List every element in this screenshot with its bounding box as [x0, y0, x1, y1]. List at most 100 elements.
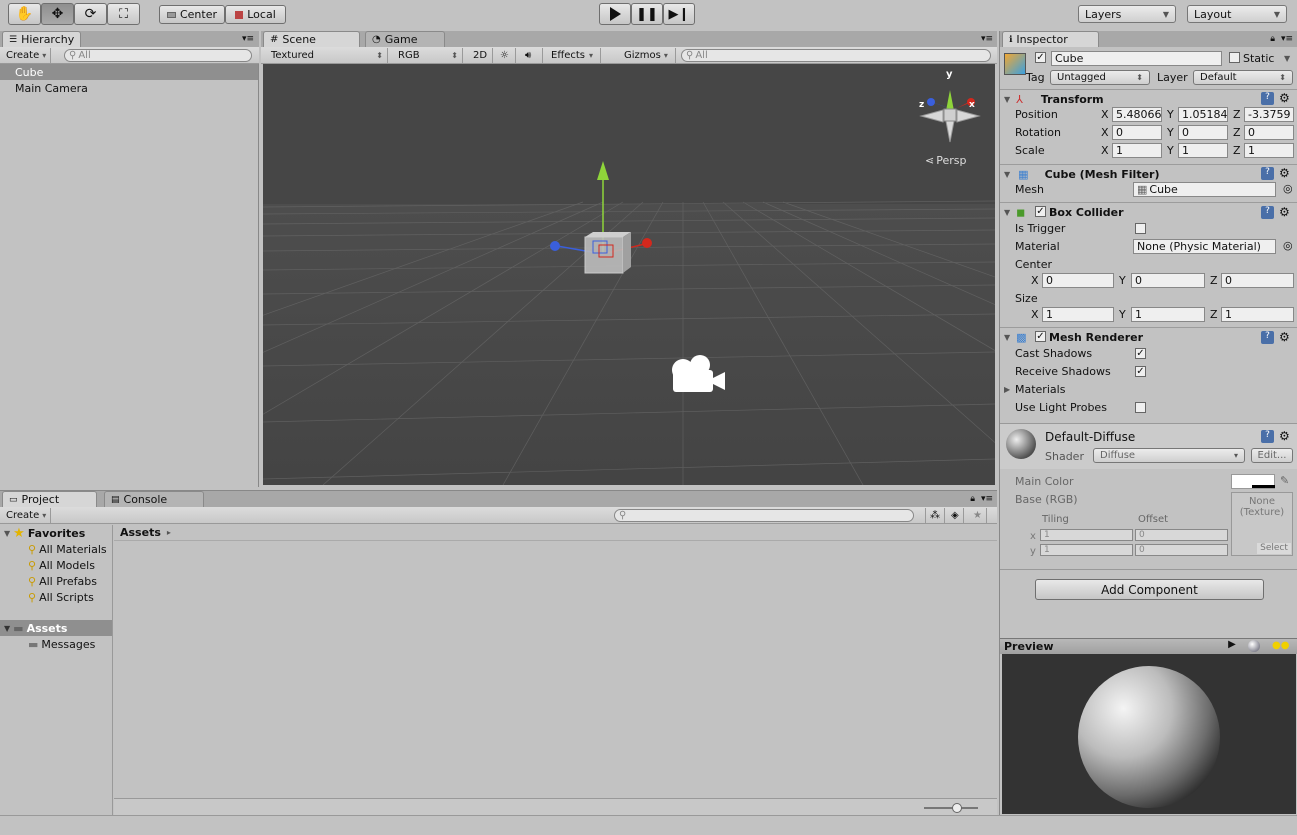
preview-area[interactable]	[1002, 654, 1296, 814]
favorite-item[interactable]: ⚲ All Models	[0, 557, 112, 573]
project-assets-area[interactable]: Assets ▸	[114, 525, 997, 815]
hierarchy-search-input[interactable]: ⚲ All	[64, 49, 252, 62]
favorite-item[interactable]: ⚲ All Prefabs	[0, 573, 112, 589]
help-icon[interactable]: ?	[1261, 430, 1274, 443]
object-picker-icon[interactable]: ◎	[1283, 182, 1293, 195]
asset-folder-item[interactable]: ▬ Messages	[0, 636, 112, 652]
transform-header[interactable]: ▼ ⅄ Transform	[1000, 89, 1297, 109]
hierarchy-create-button[interactable]: Create ▾	[2, 48, 52, 63]
panel-menu-icon[interactable]: ▾≡	[981, 34, 993, 44]
gear-icon[interactable]: ⚙	[1279, 330, 1290, 344]
offset-y-input[interactable]: 0	[1135, 544, 1228, 556]
gizmos-dropdown[interactable]: Gizmos ▾	[620, 48, 676, 63]
layer-dropdown[interactable]: Default ⬍	[1193, 70, 1293, 85]
rotation-y-input[interactable]: 0	[1178, 125, 1228, 140]
move-tool-button[interactable]: ✥	[41, 3, 74, 25]
size-z-input[interactable]: 1	[1221, 307, 1294, 322]
rotate-tool-button[interactable]: ⟳	[74, 3, 107, 25]
preview-sphere-button[interactable]	[1248, 640, 1260, 652]
dropdown-arrow-icon[interactable]: ▼	[1284, 54, 1290, 63]
mesh-filter-header[interactable]: ▼ ▦ Cube (Mesh Filter)	[1000, 164, 1297, 184]
gear-icon[interactable]: ⚙	[1279, 205, 1290, 219]
scale-x-input[interactable]: 1	[1112, 143, 1162, 158]
persp-toggle[interactable]: ⋖ Persp	[925, 154, 966, 167]
expand-arrow-icon[interactable]: ▶	[1004, 385, 1010, 394]
add-component-button[interactable]: Add Component	[1035, 579, 1264, 600]
gear-icon[interactable]: ⚙	[1279, 166, 1290, 180]
panel-menu-icon[interactable]: ▾≡	[242, 34, 254, 44]
gear-icon[interactable]: ⚙	[1279, 429, 1290, 443]
hierarchy-item-cube[interactable]: Cube	[0, 64, 258, 80]
box-collider-enabled-checkbox[interactable]: ✓	[1035, 206, 1046, 217]
camera-icon[interactable]	[667, 350, 731, 398]
favorite-item[interactable]: ⚲ All Materials	[0, 541, 112, 557]
materials-label[interactable]: Materials	[1015, 383, 1065, 396]
pivot-local-button[interactable]: Local	[225, 5, 286, 24]
layout-dropdown[interactable]: Layout ▼	[1187, 5, 1287, 23]
tiling-x-input[interactable]: 1	[1040, 529, 1133, 541]
scene-viewport[interactable]: y z x ⋖ Persp	[263, 64, 995, 485]
size-x-input[interactable]: 1	[1042, 307, 1114, 322]
favorites-header[interactable]: ▼ ★ Favorites	[0, 525, 112, 541]
use-light-probes-checkbox[interactable]	[1135, 402, 1146, 413]
position-z-input[interactable]: -3.3759	[1244, 107, 1294, 122]
main-color-swatch[interactable]	[1231, 474, 1275, 489]
edit-shader-button[interactable]: Edit...	[1251, 448, 1293, 463]
hand-tool-button[interactable]: ✋	[8, 3, 41, 25]
layers-dropdown[interactable]: Layers ▼	[1078, 5, 1176, 23]
help-icon[interactable]: ?	[1261, 92, 1274, 105]
scale-z-input[interactable]: 1	[1244, 143, 1294, 158]
scale-tool-button[interactable]: ⛶	[107, 3, 140, 25]
static-checkbox[interactable]	[1229, 52, 1240, 63]
active-checkbox[interactable]: ✓	[1035, 52, 1046, 63]
gear-icon[interactable]: ⚙	[1279, 91, 1290, 105]
center-z-input[interactable]: 0	[1221, 273, 1294, 288]
receive-shadows-checkbox[interactable]: ✓	[1135, 366, 1146, 377]
play-button[interactable]	[599, 3, 631, 25]
filter-type-button[interactable]: ⁂	[925, 508, 945, 523]
slider-handle[interactable]	[952, 803, 962, 813]
2d-toggle[interactable]: 2D	[469, 48, 493, 63]
tab-inspector[interactable]: ℹ Inspector	[1002, 31, 1099, 47]
object-name-input[interactable]: Cube	[1051, 51, 1222, 66]
draw-mode-dropdown[interactable]: Textured ⬍	[267, 48, 388, 63]
tiling-y-input[interactable]: 1	[1040, 544, 1133, 556]
step-button[interactable]: ▶❙	[663, 3, 695, 25]
is-trigger-checkbox[interactable]	[1135, 223, 1146, 234]
tab-hierarchy[interactable]: ☰ Hierarchy	[2, 31, 82, 47]
tag-dropdown[interactable]: Untagged ⬍	[1050, 70, 1150, 85]
position-y-input[interactable]: 1.05184	[1178, 107, 1228, 122]
scene-orientation-gizmo[interactable]	[915, 72, 985, 152]
project-create-button[interactable]: Create ▾	[2, 508, 52, 523]
scene-search-input[interactable]: ⚲ All	[681, 49, 991, 62]
project-search-input[interactable]: ⚲	[614, 509, 914, 522]
lighting-toggle[interactable]: ☼	[496, 48, 516, 63]
texture-select-button[interactable]: Select	[1257, 543, 1291, 554]
pivot-center-button[interactable]: Center	[159, 5, 225, 24]
render-mode-dropdown[interactable]: RGB ⬍	[394, 48, 463, 63]
icon-size-slider[interactable]	[924, 803, 978, 813]
filter-label-button[interactable]: ◈	[947, 508, 964, 523]
tab-project[interactable]: ▭ Project	[2, 491, 97, 507]
center-x-input[interactable]: 0	[1042, 273, 1114, 288]
rotation-z-input[interactable]: 0	[1244, 125, 1294, 140]
help-icon[interactable]: ?	[1261, 206, 1274, 219]
offset-x-input[interactable]: 0	[1135, 529, 1228, 541]
effects-dropdown[interactable]: Effects ▾	[547, 48, 601, 63]
mesh-object-field[interactable]: ▦ Cube	[1133, 182, 1276, 197]
cast-shadows-checkbox[interactable]: ✓	[1135, 348, 1146, 359]
help-icon[interactable]: ?	[1261, 331, 1274, 344]
assets-folder[interactable]: ▼ ▬ Assets	[0, 620, 112, 636]
tab-console[interactable]: ▤ Console	[104, 491, 204, 507]
favorite-item[interactable]: ⚲ All Scripts	[0, 589, 112, 605]
scale-y-input[interactable]: 1	[1178, 143, 1228, 158]
rotation-x-input[interactable]: 0	[1112, 125, 1162, 140]
shader-dropdown[interactable]: Diffuse ▾	[1093, 448, 1245, 463]
panel-menu-icon[interactable]: ▾≡	[1281, 34, 1293, 44]
position-x-input[interactable]: 5.48066	[1112, 107, 1162, 122]
mesh-renderer-enabled-checkbox[interactable]: ✓	[1035, 331, 1046, 342]
help-icon[interactable]: ?	[1261, 167, 1274, 180]
eyedropper-icon[interactable]: ✎	[1280, 474, 1289, 487]
hierarchy-item-main-camera[interactable]: Main Camera	[0, 80, 258, 96]
preview-light-icon[interactable]: ●●	[1272, 640, 1289, 651]
